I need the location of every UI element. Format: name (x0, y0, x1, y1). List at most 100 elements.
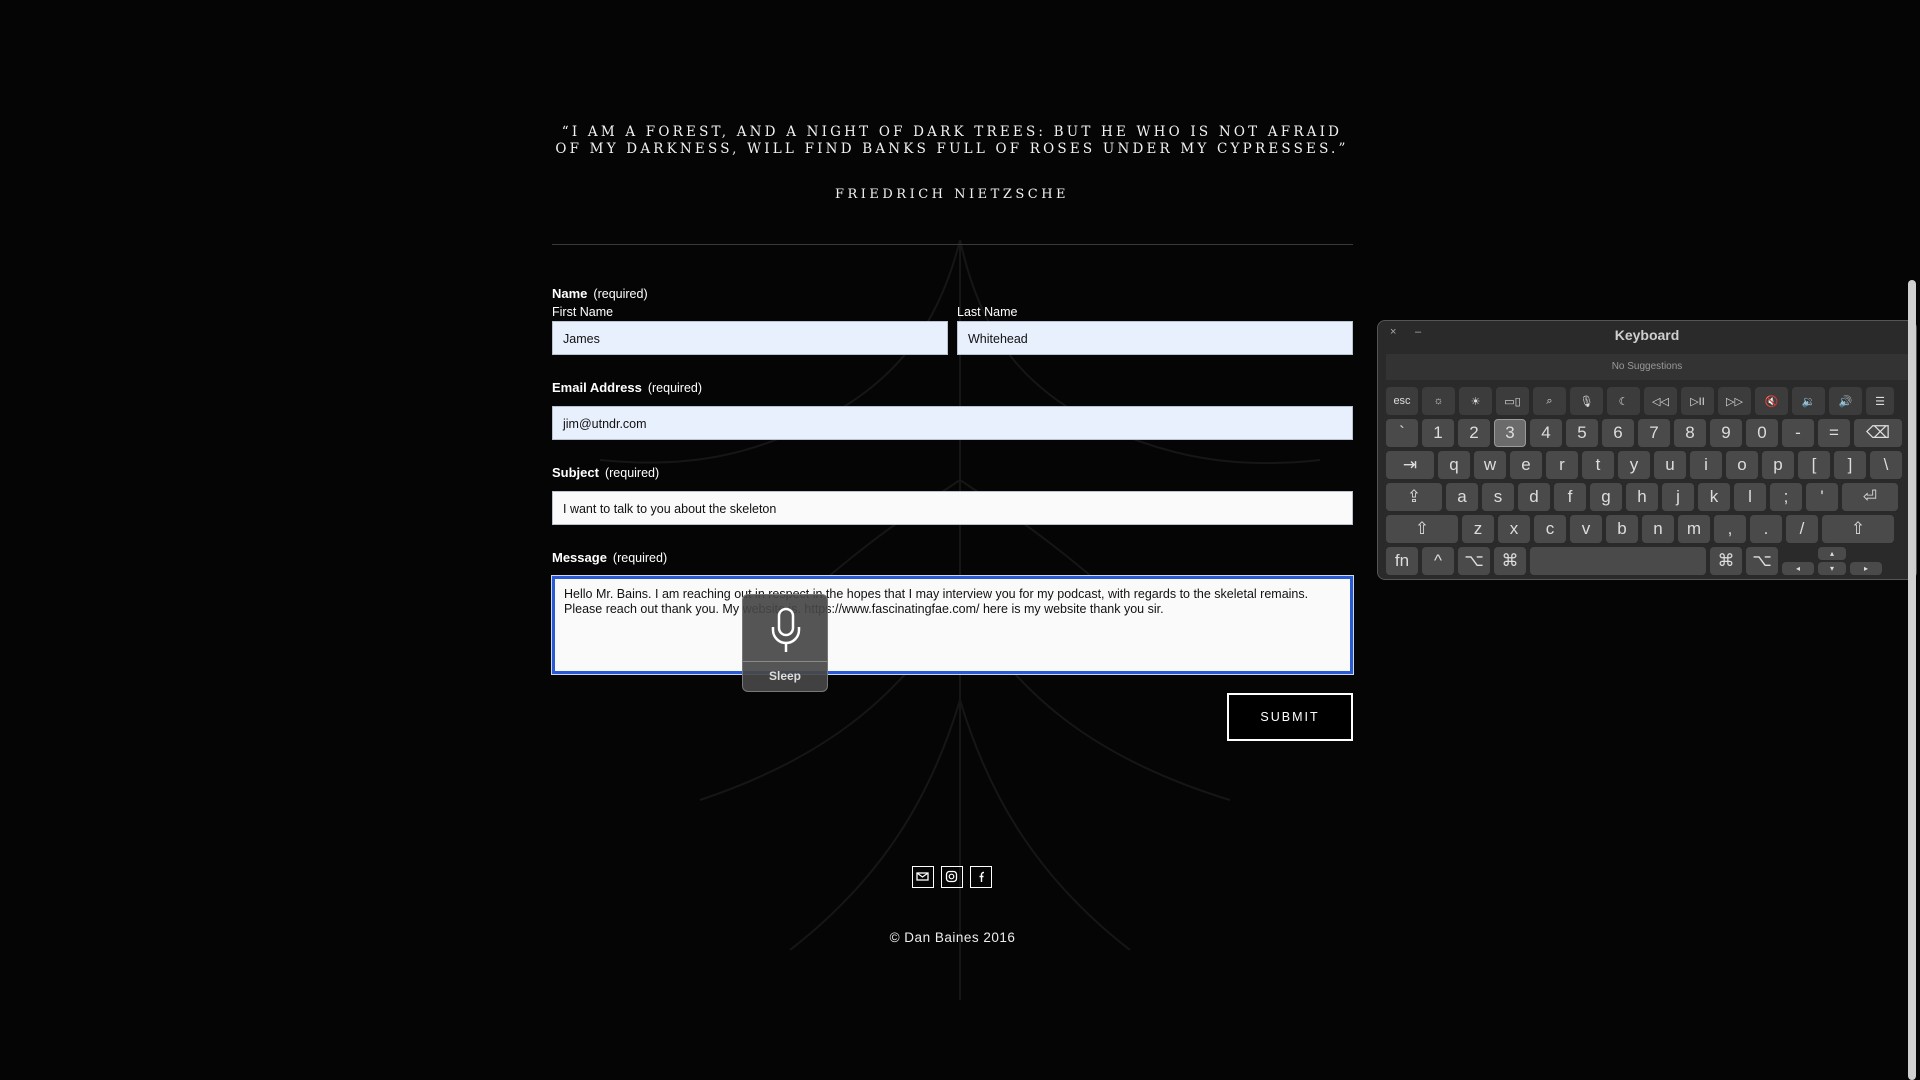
key[interactable]: 7 (1638, 419, 1670, 447)
key[interactable]: ⏎ (1842, 483, 1898, 511)
first-name-label: First Name (552, 305, 614, 319)
key[interactable]: ☼ (1422, 387, 1455, 415)
email-input[interactable]: jim@utndr.com (552, 406, 1353, 440)
key[interactable]: ^ (1422, 547, 1454, 575)
key[interactable]: ⇧ (1386, 515, 1458, 543)
key[interactable]: 8 (1674, 419, 1706, 447)
key[interactable]: j (1662, 483, 1694, 511)
subject-label-text: Subject (552, 465, 599, 480)
key[interactable] (1530, 547, 1706, 575)
key[interactable]: ⌫ (1854, 419, 1902, 447)
key[interactable]: 9 (1710, 419, 1742, 447)
key[interactable]: \ (1870, 451, 1902, 479)
key[interactable]: 0 (1746, 419, 1778, 447)
key[interactable]: ] (1834, 451, 1866, 479)
arrow-key[interactable]: ◂ (1782, 562, 1814, 575)
key[interactable]: h (1626, 483, 1658, 511)
first-name-input[interactable]: James (552, 321, 948, 355)
last-name-input[interactable]: Whitehead (957, 321, 1353, 355)
key[interactable]: r (1546, 451, 1578, 479)
key[interactable]: ▭▯ (1496, 387, 1529, 415)
message-textarea[interactable]: Hello Mr. Bains. I am reaching out in re… (551, 575, 1354, 675)
key[interactable]: p (1762, 451, 1794, 479)
dictation-status: Sleep (768, 669, 801, 683)
key[interactable]: 5 (1566, 419, 1598, 447)
key[interactable]: ⌕ (1533, 387, 1566, 415)
key[interactable]: ▷▷ (1718, 387, 1751, 415)
key[interactable]: f (1554, 483, 1586, 511)
key[interactable]: fn (1386, 547, 1418, 575)
key[interactable]: ⌘ (1710, 547, 1742, 575)
key[interactable]: ⌥ (1458, 547, 1490, 575)
key[interactable]: o (1726, 451, 1758, 479)
key[interactable]: - (1782, 419, 1814, 447)
page-scrollbar[interactable] (1908, 280, 1916, 1080)
key[interactable]: ☾ (1607, 387, 1640, 415)
key[interactable]: g (1590, 483, 1622, 511)
key[interactable]: ` (1386, 419, 1418, 447)
quote-text: “I am a forest, and a night of dark tree… (555, 124, 1349, 157)
key[interactable]: 4 (1530, 419, 1562, 447)
key[interactable]: ⌘ (1494, 547, 1526, 575)
key[interactable]: 🔊 (1829, 387, 1862, 415)
key[interactable]: 🔇 (1755, 387, 1788, 415)
subject-input[interactable]: I want to talk to you about the skeleton (552, 491, 1353, 525)
key[interactable]: ' (1806, 483, 1838, 511)
key[interactable]: ⇧ (1822, 515, 1894, 543)
key[interactable]: 1 (1422, 419, 1454, 447)
key[interactable]: 6 (1602, 419, 1634, 447)
key[interactable]: 🎙 (1570, 387, 1603, 415)
key[interactable]: 🔉 (1792, 387, 1825, 415)
key[interactable]: l (1734, 483, 1766, 511)
arrow-key[interactable]: ▾ (1818, 562, 1846, 575)
key[interactable]: 3 (1494, 419, 1526, 447)
key[interactable]: ⌥ (1746, 547, 1778, 575)
facebook-icon[interactable] (970, 866, 992, 888)
key[interactable]: , (1714, 515, 1746, 543)
key[interactable]: m (1678, 515, 1710, 543)
key[interactable]: ⇪ (1386, 483, 1442, 511)
instagram-icon[interactable] (941, 866, 963, 888)
key[interactable]: s (1482, 483, 1514, 511)
key[interactable]: a (1446, 483, 1478, 511)
key[interactable]: ☀ (1459, 387, 1492, 415)
key[interactable]: ⇥ (1386, 451, 1434, 479)
email-icon[interactable] (912, 866, 934, 888)
key[interactable]: ☰ (1866, 387, 1894, 415)
key[interactable]: i (1690, 451, 1722, 479)
message-label: Message (required) (552, 550, 667, 565)
key[interactable]: c (1534, 515, 1566, 543)
microphone-icon (768, 607, 804, 660)
key[interactable]: ◁◁ (1644, 387, 1677, 415)
key[interactable]: q (1438, 451, 1470, 479)
key[interactable]: [ (1798, 451, 1830, 479)
key[interactable]: ; (1770, 483, 1802, 511)
key[interactable]: esc (1386, 387, 1418, 415)
key[interactable]: / (1786, 515, 1818, 543)
arrow-key[interactable]: ▸ (1850, 562, 1882, 575)
required-note: (required) (612, 551, 668, 565)
key[interactable]: v (1570, 515, 1602, 543)
key[interactable]: y (1618, 451, 1650, 479)
key[interactable]: . (1750, 515, 1782, 543)
submit-button[interactable]: SUBMIT (1227, 693, 1353, 741)
key[interactable]: t (1582, 451, 1614, 479)
name-label-text: Name (552, 286, 588, 301)
key[interactable]: = (1818, 419, 1850, 447)
key[interactable]: u (1654, 451, 1686, 479)
key[interactable]: b (1606, 515, 1638, 543)
key[interactable]: d (1518, 483, 1550, 511)
arrow-key[interactable]: ▴ (1818, 547, 1846, 560)
key[interactable]: k (1698, 483, 1730, 511)
key[interactable]: n (1642, 515, 1674, 543)
keyboard-viewer[interactable]: × – Keyboard No Suggestions esc ☼ ☀ ▭▯ ⌕ 🎙 ☾ ◁◁… (1377, 320, 1917, 580)
quote-author: FRIEDRICH NIETZSCHE (834, 187, 1070, 202)
function-key-row: esc ☼ ☀ ▭▯ ⌕ 🎙 ☾ ◁◁ ▷II ▷▷ 🔇 🔉 🔊 ☰ (1386, 387, 1894, 415)
key[interactable]: x (1498, 515, 1530, 543)
key[interactable]: z (1462, 515, 1494, 543)
dictation-popup[interactable]: Sleep (742, 594, 828, 692)
key[interactable]: ▷II (1681, 387, 1714, 415)
key[interactable]: w (1474, 451, 1506, 479)
key[interactable]: e (1510, 451, 1542, 479)
key[interactable]: 2 (1458, 419, 1490, 447)
